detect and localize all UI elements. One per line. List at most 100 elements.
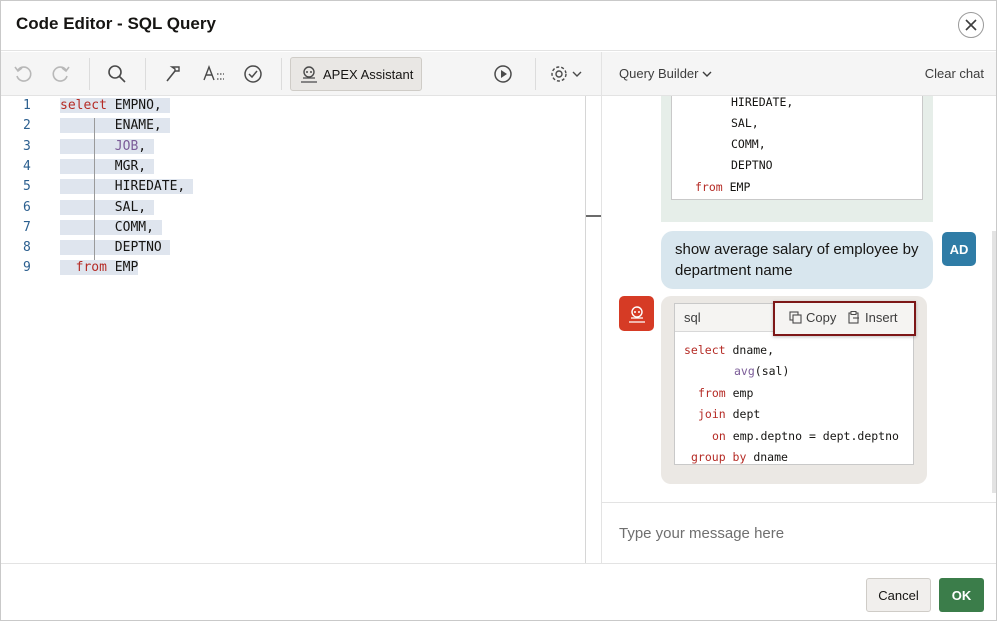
code-text: SAL, [114,199,147,215]
apex-assistant-label: APEX Assistant [323,66,414,82]
code-text: EMP [722,180,751,194]
code-text: emp.deptno = dept.deptno [725,429,899,443]
search-button[interactable] [105,62,129,86]
sql-keyword: on [712,429,726,443]
dialog-title: Code Editor - SQL Query [16,14,216,33]
undo-button[interactable] [11,62,35,86]
chat-header: Query Builder Clear chat [601,52,996,96]
hammer-icon [166,66,180,82]
line-number: 8 [23,240,31,256]
validate-button[interactable] [241,62,265,86]
close-button[interactable] [958,12,984,38]
sql-keyword: group by [691,450,747,464]
editor-line: 5 HIREDATE, [1,179,585,199]
dialog-footer: Cancel OK [1,563,996,620]
sql-keyword: from [695,180,723,194]
message-input[interactable] [602,503,995,563]
code-text: (sal) [754,364,790,378]
code-editor[interactable]: 1 select EMPNO, 2 ENAME, 3 JOB, 4 MGR, 5… [1,96,585,563]
ok-button[interactable]: OK [939,578,984,612]
code-text: dept [725,407,761,421]
assistant-icon [628,305,645,323]
run-icon [494,65,512,83]
indent-guide [94,118,95,260]
line-number: 2 [23,118,31,134]
code-text: COMM, [114,219,154,235]
code-editor-dialog: Code Editor - SQL Query APEX Assistant Q… [0,0,997,621]
editor-line: 1 select EMPNO, [1,98,585,118]
line-number: 6 [23,199,31,215]
code-text: HIREDATE, [114,179,186,195]
autocomplete-button[interactable] [201,62,227,86]
toolbar-divider [145,58,146,90]
insert-icon [848,311,859,324]
redo-button[interactable] [49,62,73,86]
toolbar-divider [281,58,282,90]
clear-chat-link[interactable]: Clear chat [925,66,984,81]
sql-keyword: select [684,343,726,357]
code-text: dname, [725,343,775,357]
line-number: 1 [23,98,31,113]
code-text: EMP [106,260,139,276]
editor-toolbar: APEX Assistant [1,52,601,96]
editor-line: 4 MGR, [1,158,585,179]
copy-icon [789,311,802,324]
sql-keyword: join [698,407,726,421]
cancel-button[interactable]: Cancel [866,578,931,612]
code-text: HIREDATE, [731,96,794,109]
autocomplete-icon [203,65,224,81]
format-button[interactable] [162,62,186,86]
close-icon [965,19,977,31]
sql-code-block: sql Copy Insert select dname, avg(sal) f… [674,301,916,465]
sql-function: avg [734,364,755,378]
query-builder-dropdown[interactable]: Query Builder [619,66,713,81]
code-text: EMPNO, [106,98,162,113]
previous-assistant-message: HIREDATE, SAL, COMM, DEPTNO from EMP [661,96,933,222]
line-number: 9 [23,260,31,276]
run-button[interactable] [491,62,515,86]
editor-line: 2 ENAME, [1,118,585,138]
sql-keyword: from [75,260,107,276]
editor-line: 8 DEPTNO [1,240,585,260]
copy-button[interactable]: Copy [789,310,836,325]
chat-scrollbar[interactable] [992,231,996,493]
toolbar-divider [535,58,536,90]
settings-button[interactable] [549,62,583,86]
assistant-message: sql Copy Insert select dname, avg(sal) f… [661,296,927,484]
assistant-avatar [619,296,654,331]
query-builder-label: Query Builder [619,66,699,81]
editor-line: 9 from EMP [1,260,585,280]
settings-icon [551,66,582,82]
code-text: dname [746,450,788,464]
splitter-handle[interactable] [586,215,601,217]
code-language-label: sql [684,310,701,325]
code-text: MGR, [114,158,147,174]
code-text: ENAME, [114,118,162,134]
editor-line: 3 JOB, [1,138,585,159]
redo-icon [52,66,70,82]
line-number: 4 [23,158,31,174]
apex-assistant-button[interactable]: APEX Assistant [290,57,422,91]
user-avatar: AD [942,232,976,266]
code-actions: Copy Insert [773,301,916,336]
code-text: , [138,138,147,154]
code-text: DEPTNO [731,158,773,172]
insert-button[interactable]: Insert [848,310,898,325]
toolbar-divider [89,58,90,90]
line-number: 3 [23,138,31,154]
validate-icon [244,65,262,83]
previous-code-block: HIREDATE, SAL, COMM, DEPTNO from EMP [671,96,923,200]
panel-splitter[interactable] [585,96,601,563]
copy-label: Copy [806,310,837,325]
sql-keyword: select [60,98,107,113]
sql-keyword: from [698,386,726,400]
assistant-icon [301,66,317,83]
code-text: emp [725,386,754,400]
code-text: SAL, [731,116,759,130]
